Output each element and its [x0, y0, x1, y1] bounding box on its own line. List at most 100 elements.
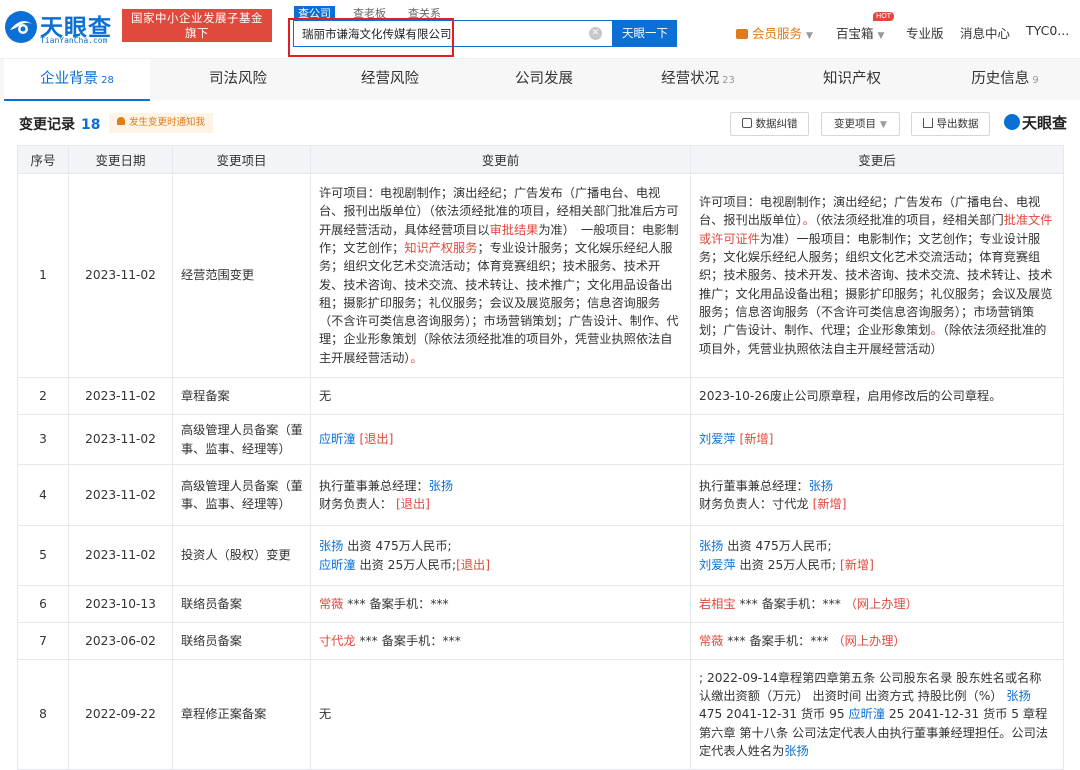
section-count: 18: [81, 117, 101, 133]
toolbox-menu[interactable]: 百宝箱 ▼: [836, 23, 884, 42]
section-title-text: 变更记录: [19, 117, 75, 133]
edit-icon: [741, 118, 752, 128]
tab-count: 28: [101, 75, 114, 86]
table-row: 7 2023-06-02 联络员备案 寸代龙 *** 备案手机：*** 常薇 *…: [17, 622, 1064, 660]
change-records-table: 序号 变更日期 变更项目 变更前 变更后 1 2023-11-02 经营范围变更…: [17, 145, 1064, 770]
value-after: 刘爱萍 [新增]: [690, 414, 1064, 465]
value-after: 2023-10-26废止公司原章程，启用修改后的公司章程。: [690, 377, 1064, 415]
person-link[interactable]: 张扬: [809, 479, 833, 493]
value-after: 常薇 *** 备案手机：*** （网上办理）: [690, 622, 1064, 660]
tab-count: 9: [1032, 75, 1039, 86]
person-link[interactable]: 张扬: [319, 539, 343, 553]
change-item: 高级管理人员备案（董事、监事、经理等）: [172, 464, 311, 526]
export-data-button[interactable]: 导出数据: [911, 112, 990, 136]
text: *** 备案手机：***: [727, 633, 829, 648]
table-row: 6 2023-10-13 联络员备案 常薇 *** 备案手机：*** 岩相宝 *…: [17, 585, 1064, 623]
tab-label: 经营状况: [661, 71, 720, 87]
value-after: 张扬 出资 475万人民币; 刘爱萍 出资 25万人民币; [新增]: [690, 525, 1064, 586]
col-header-after: 变更后: [690, 145, 1064, 174]
text: 执行董事兼总经理：: [319, 478, 429, 493]
person-link[interactable]: 张扬: [429, 479, 453, 493]
person-link[interactable]: 张扬: [784, 744, 808, 758]
col-header-date: 变更日期: [68, 145, 173, 174]
tab-intellectual-property[interactable]: 知识产权: [779, 59, 925, 101]
row-number: 5: [17, 525, 69, 586]
status-tag: [新增]: [739, 432, 774, 447]
message-center-link[interactable]: 消息中心: [960, 23, 1010, 42]
line: 执行董事兼总经理：张扬: [319, 477, 684, 495]
online-note: （网上办理）: [844, 596, 918, 611]
change-item: 经营范围变更: [172, 173, 311, 378]
value-before: 寸代龙 *** 备案手机：***: [310, 622, 691, 660]
person-link[interactable]: 刘爱萍: [699, 558, 736, 572]
value-after: 岩相宝 *** 备案手机：*** （网上办理）: [690, 585, 1064, 623]
row-number: 8: [17, 659, 69, 770]
person-link[interactable]: 刘爱萍: [699, 432, 736, 446]
tab-enterprise-background[interactable]: 企业背景 28: [4, 59, 150, 101]
line: 应昕潼 出资 25万人民币;[退出]: [319, 556, 684, 574]
search-button[interactable]: 天眼一下: [613, 20, 677, 47]
hot-badge: HOT: [873, 12, 895, 21]
value-before: 应昕潼 [退出]: [310, 414, 691, 465]
line: 执行董事兼总经理：张扬: [699, 477, 1057, 495]
change-date: 2023-10-13: [68, 585, 173, 623]
fund-badge-line1: 国家中小企业发展子基金旗下: [131, 11, 263, 40]
brand-logo-icon: [1004, 114, 1020, 130]
text: *** 备案手机：***: [359, 633, 461, 648]
change-item: 章程备案: [172, 377, 311, 415]
category-tabs: 企业背景 28 司法风险 经营风险 公司发展 经营状况 23 知识产权 历史信息 9: [0, 58, 1080, 101]
row-number: 4: [17, 464, 69, 526]
toolbox-label: 百宝箱: [836, 26, 874, 41]
text: 出资 25万人民币;: [359, 557, 457, 572]
table-header-row: 序号 变更日期 变更项目 变更前 变更后: [17, 145, 1064, 174]
person-link[interactable]: 应昕潼: [319, 558, 356, 572]
tab-company-development[interactable]: 公司发展: [471, 59, 617, 101]
removed-text: 审批结果: [489, 222, 539, 237]
removed-text: 知识产权服务: [404, 240, 478, 255]
tab-operating-risk[interactable]: 经营风险: [317, 59, 463, 101]
vip-service-menu[interactable]: 会员服务 ▼: [736, 23, 813, 42]
value-before: 执行董事兼总经理：张扬 财务负责人： [退出]: [310, 464, 691, 526]
user-menu[interactable]: TYC0...: [1026, 23, 1069, 38]
status-tag: [退出]: [456, 557, 490, 572]
data-correction-label: 数据纠错: [755, 118, 798, 130]
person-name: 寸代龙: [319, 633, 356, 648]
chevron-down-icon: ▼: [877, 31, 885, 41]
tab-label: 司法风险: [209, 71, 267, 87]
tab-judicial-risk[interactable]: 司法风险: [165, 59, 311, 101]
row-number: 2: [17, 377, 69, 415]
chevron-down-icon: ▼: [880, 120, 887, 130]
text: *** 备案手机：***: [347, 596, 449, 611]
vip-service-label: 会员服务: [752, 26, 803, 41]
value-before: 常薇 *** 备案手机：***: [310, 585, 691, 623]
change-date: 2023-11-02: [68, 377, 173, 415]
pro-version-link[interactable]: 专业版: [906, 23, 944, 42]
person-link[interactable]: 应昕潼: [319, 432, 356, 446]
person-link[interactable]: 张扬: [699, 539, 723, 553]
notify-on-change-button[interactable]: 发生变更时通知我: [109, 113, 214, 133]
crown-icon: [736, 29, 748, 39]
change-item: 联络员备案: [172, 622, 311, 660]
text: 出资 475万人民币;: [727, 539, 832, 554]
tab-history[interactable]: 历史信息 9: [932, 59, 1078, 101]
person-name: 常薇: [319, 596, 344, 611]
line: 张扬 出资 475万人民币;: [319, 537, 684, 555]
table-row: 8 2022-09-22 章程修正案备案 无 ; 2022-09-14章程第四章…: [17, 659, 1064, 770]
added-text: 。: [930, 323, 943, 338]
person-link[interactable]: 应昕潼: [848, 707, 885, 721]
site-logo[interactable]: 天眼查 TianYanCha.com: [4, 8, 114, 48]
logo-eye-icon: [5, 11, 37, 43]
logo-subtext: TianYanCha.com: [40, 36, 108, 45]
value-before: 无: [310, 377, 691, 415]
table-row: 5 2023-11-02 投资人（股权）变更 张扬 出资 475万人民币; 应昕…: [17, 525, 1064, 586]
clear-icon[interactable]: ✕: [589, 27, 602, 40]
user-name: TYC0...: [1026, 23, 1070, 38]
change-item-filter[interactable]: 变更项目 ▼: [821, 112, 900, 136]
row-number: 7: [17, 622, 69, 660]
value-after: 许可项目：电视剧制作；演出经纪；广告发布（广播电台、电视台、报刊出版单位）。（依…: [690, 173, 1064, 378]
tab-operating-status[interactable]: 经营状况 23: [625, 59, 771, 101]
text: ; 2022-09-14章程第四章第五条 公司股东名录 股东姓名或名称 认缴出资…: [699, 670, 1042, 704]
active-tab-underline: [4, 99, 150, 101]
data-correction-button[interactable]: 数据纠错: [730, 112, 809, 136]
person-link[interactable]: 张扬: [1006, 689, 1030, 703]
